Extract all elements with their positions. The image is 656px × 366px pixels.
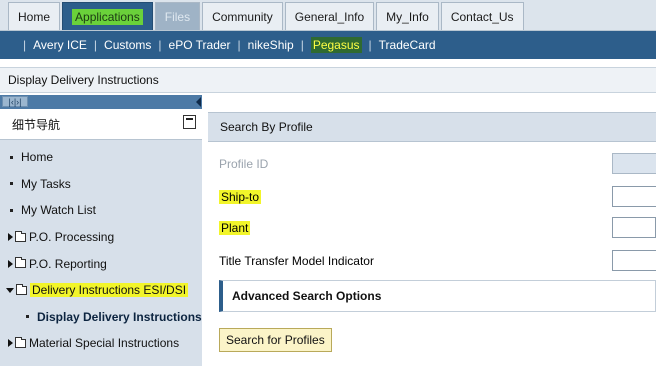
sub-navigation-bar: | Avery ICE | Customs | ePO Trader | nik… — [0, 31, 656, 59]
detail-navigation-panel: |‹|›| 细节导航 Home My Tasks My Watch List P… — [0, 95, 202, 366]
detail-navigation-title: 细节导航 — [12, 117, 61, 132]
expand-arrow-icon[interactable] — [8, 339, 13, 348]
main-tabs: Home Applications Files Community Genera… — [8, 0, 526, 30]
search-by-profile-panel: Search By Profile Profile ID Ship-to Pla… — [208, 112, 656, 366]
folder-icon — [15, 336, 26, 348]
bullet-icon — [26, 315, 29, 319]
expand-arrow-icon[interactable] — [8, 259, 13, 268]
separator: | — [368, 38, 372, 52]
subnav-tradecard[interactable]: TradeCard — [379, 38, 436, 52]
separator: | — [93, 38, 98, 52]
nav-item-my-tasks[interactable]: My Tasks — [0, 171, 202, 198]
ship-to-input[interactable] — [612, 186, 656, 207]
folder-icon — [15, 257, 26, 269]
page-title: Display Delivery Instructions — [0, 67, 656, 93]
profile-id-label: Profile ID — [219, 157, 269, 171]
plant-label: Plant — [219, 221, 251, 235]
nav-item-home[interactable]: Home — [0, 144, 202, 171]
separator: | — [23, 38, 27, 52]
minimize-icon[interactable] — [183, 115, 196, 129]
tab-applications[interactable]: Applications — [62, 2, 153, 30]
panel-control-strip: |‹|›| — [0, 95, 202, 109]
bullet-icon — [10, 155, 13, 159]
search-for-profiles-button[interactable]: Search for Profiles — [219, 328, 332, 352]
subnav-avery-ice[interactable]: Avery ICE — [33, 38, 87, 52]
nav-item-material-special-instructions[interactable]: Material Special Instructions — [0, 330, 202, 357]
collapse-arrow-icon[interactable] — [196, 97, 201, 107]
section-title: Search By Profile — [220, 120, 313, 134]
navigation-list: Home My Tasks My Watch List P.O. Process… — [0, 140, 202, 357]
tab-files[interactable]: Files — [154, 2, 201, 30]
title-transfer-label: Title Transfer Model Indicator — [219, 254, 374, 268]
tab-my-info[interactable]: My_Info — [376, 2, 439, 30]
separator: | — [158, 38, 162, 52]
nav-item-po-reporting[interactable]: P.O. Reporting — [0, 250, 202, 277]
detail-navigation-header: 细节导航 — [0, 109, 202, 140]
nav-item-po-processing[interactable]: P.O. Processing — [0, 224, 202, 251]
subnav-pegasus[interactable]: Pegasus — [310, 37, 362, 53]
title-transfer-input[interactable] — [612, 250, 656, 271]
tab-contact-us[interactable]: Contact_Us — [440, 2, 524, 30]
separator: | — [300, 38, 304, 52]
bullet-icon — [10, 182, 13, 186]
tab-home[interactable]: Home — [8, 2, 61, 30]
tab-community[interactable]: Community — [202, 2, 283, 30]
panel-resize-icon[interactable]: |‹|›| — [2, 96, 28, 107]
folder-icon — [15, 230, 26, 242]
section-header: Search By Profile — [208, 112, 656, 142]
nav-item-delivery-instructions[interactable]: Delivery Instructions ESI/DSI — [0, 277, 202, 304]
top-navigation-bar: Home Applications Files Community Genera… — [0, 0, 656, 31]
collapse-arrow-icon[interactable] — [6, 287, 14, 293]
tab-general-info[interactable]: General_Info — [284, 2, 375, 30]
ship-to-label: Ship-to — [219, 190, 262, 204]
bullet-icon — [10, 208, 13, 212]
folder-icon — [16, 283, 27, 295]
page-title-text: Display Delivery Instructions — [8, 73, 159, 87]
plant-input[interactable] — [612, 217, 656, 238]
subnav-epo-trader[interactable]: ePO Trader — [169, 38, 231, 52]
advanced-search-options-toggle[interactable]: Advanced Search Options — [219, 280, 656, 312]
subnav-customs[interactable]: Customs — [104, 38, 151, 52]
profile-id-input — [612, 153, 656, 174]
nav-item-my-watch-list[interactable]: My Watch List — [0, 197, 202, 224]
subnav-nikeship[interactable]: nikeShip — [248, 38, 294, 52]
expand-arrow-icon[interactable] — [8, 233, 13, 242]
separator: | — [237, 38, 241, 52]
nav-item-display-delivery-instructions[interactable]: Display Delivery Instructions — [0, 304, 202, 331]
